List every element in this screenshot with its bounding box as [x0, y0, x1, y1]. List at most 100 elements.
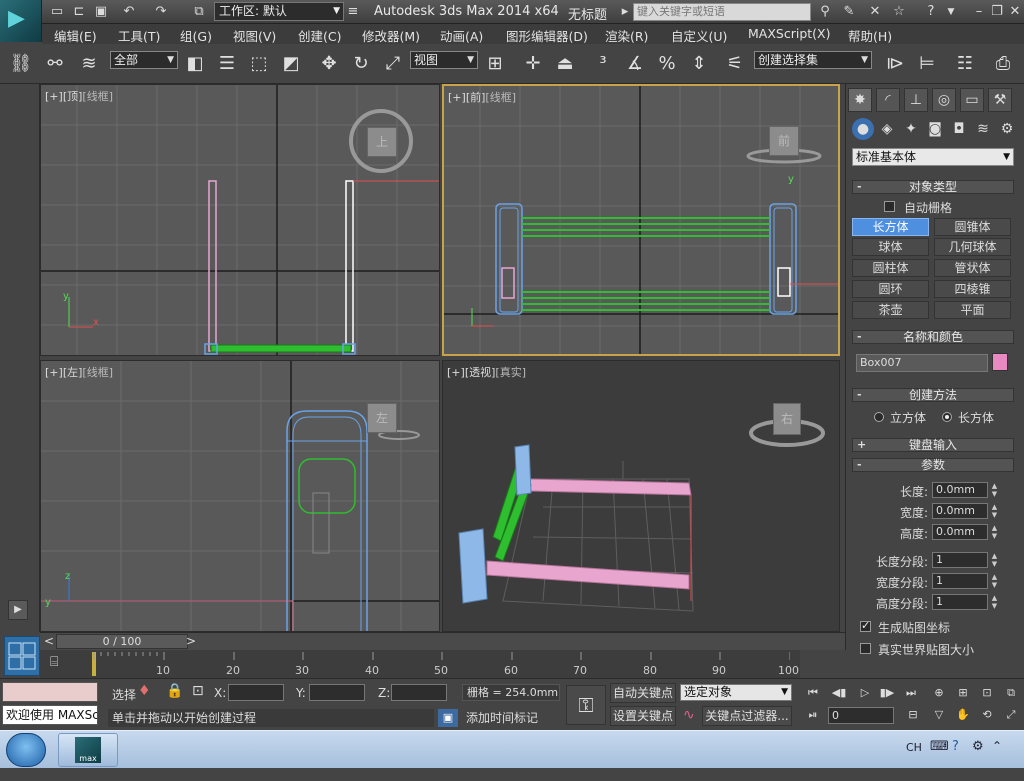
height-field[interactable]: 0.0mm — [932, 524, 988, 540]
viewport-point-of-view[interactable]: [顶] — [63, 90, 83, 103]
viewport-front[interactable]: y [+][前][线框] 前 — [442, 84, 840, 356]
menu-rendering[interactable]: 渲染(R) — [605, 26, 648, 45]
help-icon[interactable]: ? — [922, 3, 940, 21]
rollout-creation-method[interactable]: - 创建方法 — [852, 388, 1014, 402]
autogrid-checkbox[interactable] — [884, 201, 895, 212]
box-button[interactable]: 长方体 — [852, 218, 929, 236]
time-slider-thumb[interactable]: 0 / 100 — [56, 634, 188, 649]
scale-icon[interactable]: ⤢ — [380, 51, 406, 77]
isolate-selection-icon[interactable]: ♦ — [138, 683, 151, 699]
time-configuration-icon[interactable]: ⊟ — [904, 707, 922, 723]
select-manipulate-icon[interactable]: ✛ — [520, 51, 546, 77]
pyramid-button[interactable]: 四棱锥 — [934, 280, 1011, 298]
close-icon[interactable]: ✕ — [1006, 3, 1024, 21]
lights-icon[interactable]: ✦ — [900, 118, 922, 140]
y-coordinate-field[interactable] — [309, 684, 365, 701]
viewport-point-of-view[interactable]: [左] — [63, 366, 83, 379]
zoom-extents-icon[interactable]: ⊡ — [978, 685, 996, 701]
render-setup-icon[interactable]: ⎙ — [990, 51, 1016, 77]
edit-named-selection-icon[interactable]: ⚟ — [722, 51, 748, 77]
binoculars-icon[interactable]: ⚲ — [816, 3, 834, 21]
viewport-menu-plus[interactable]: [+] — [448, 91, 466, 104]
maxscript-mini-listener-pink[interactable] — [2, 682, 98, 702]
maxscript-mini-listener[interactable]: 欢迎使用 MAXSc — [2, 705, 98, 725]
teapot-button[interactable]: 茶壶 — [852, 301, 929, 319]
menu-graph-editors[interactable]: 图形编辑器(D) — [506, 26, 588, 45]
key-filters-button[interactable]: 关键点过滤器... — [702, 706, 792, 726]
menu-help[interactable]: 帮助(H) — [848, 26, 892, 45]
selection-filter-dropdown[interactable]: 全部 ▼ — [110, 51, 178, 69]
help-dropdown-icon[interactable]: ▼ — [942, 3, 960, 21]
menu-create[interactable]: 创建(C) — [298, 26, 341, 45]
menu-modifiers[interactable]: 修改器(M) — [362, 26, 420, 45]
auto-key-button[interactable]: 自动关键点 — [610, 683, 676, 703]
display-tab-icon[interactable]: ▭ — [960, 88, 984, 112]
pivot-center-icon[interactable]: ⊞ — [482, 51, 508, 77]
viewport-top[interactable]: y x [+][顶][线框] 上 — [40, 84, 440, 356]
width-field[interactable]: 0.0mm — [932, 503, 988, 519]
width-segs-field[interactable]: 1 — [932, 573, 988, 589]
systems-icon[interactable]: ⚙ — [996, 118, 1018, 140]
time-slider-prev-icon[interactable]: < — [44, 634, 54, 648]
modify-tab-icon[interactable]: ◜ — [876, 88, 900, 112]
cameras-icon[interactable]: ◙ — [924, 118, 946, 140]
help-tray-icon[interactable]: ? — [952, 739, 959, 754]
reference-coordinate-dropdown[interactable]: 视图 ▼ — [410, 51, 478, 69]
torus-button[interactable]: 圆环 — [852, 280, 929, 298]
mirror-icon[interactable]: ⧐ — [882, 51, 908, 77]
selection-lock-icon[interactable]: 🔒 — [166, 683, 183, 699]
sphere-button[interactable]: 球体 — [852, 238, 929, 256]
select-object-icon[interactable]: ◧ — [182, 51, 208, 77]
redo-icon[interactable]: ↷ — [152, 3, 170, 21]
current-frame-field[interactable]: 0 — [828, 707, 894, 724]
viewport-perspective[interactable]: [+][透视][真实] 右 — [442, 360, 840, 632]
gen-map-coords-checkbox[interactable] — [860, 619, 871, 632]
rotate-icon[interactable]: ↻ — [348, 51, 374, 77]
geometry-icon[interactable]: ● — [852, 118, 874, 140]
hierarchy-tab-icon[interactable]: ⊥ — [904, 88, 928, 112]
viewport-shading-mode[interactable]: [真实] — [495, 366, 526, 379]
minimize-icon[interactable]: – — [970, 3, 988, 21]
percent-snap-icon[interactable]: % — [654, 51, 680, 77]
object-category-dropdown[interactable]: 标准基本体 ▼ — [852, 148, 1014, 166]
link-icon[interactable]: ⛓ — [8, 51, 34, 77]
subscription-icon[interactable]: ✎ — [840, 3, 858, 21]
tube-button[interactable]: 管状体 — [934, 259, 1011, 277]
x-coordinate-field[interactable] — [228, 684, 284, 701]
restore-icon[interactable]: ❐ — [988, 3, 1006, 21]
open-file-icon[interactable]: ⊏ — [70, 3, 88, 21]
align-icon[interactable]: ⊨ — [914, 51, 940, 77]
object-color-swatch[interactable] — [992, 353, 1008, 371]
workspace-dropdown[interactable]: 工作区: 默认 ▼ — [214, 2, 344, 21]
search-arrow-icon[interactable]: ▸ — [616, 3, 634, 21]
snaps-toggle-icon[interactable]: ³ — [590, 51, 616, 77]
windows-start-button[interactable] — [6, 733, 46, 767]
search-input[interactable]: 键入关键字或短语 — [633, 3, 811, 21]
maximize-viewport-icon[interactable]: ⤢ — [1002, 707, 1020, 723]
viewport-point-of-view[interactable]: [前] — [466, 91, 486, 104]
add-time-tag[interactable]: 添加时间标记 — [462, 709, 560, 727]
time-tag-icon[interactable]: ▣ — [438, 709, 458, 727]
menu-group[interactable]: 组(G) — [180, 26, 212, 45]
expand-viewport-layout-icon[interactable]: ▶ — [8, 600, 28, 620]
go-to-start-icon[interactable]: ⏮ — [804, 685, 822, 701]
zoom-icon[interactable]: ⊕ — [930, 685, 948, 701]
create-tab-icon[interactable]: ✸ — [848, 88, 872, 112]
geosphere-button[interactable]: 几何球体 — [934, 238, 1011, 256]
viewport-menu-plus[interactable]: [+] — [45, 90, 63, 103]
keyboard-icon[interactable]: ⌨ — [930, 739, 949, 754]
mini-curve-editor-icon[interactable]: ⌸ — [50, 654, 72, 674]
play-icon[interactable]: ▷ — [856, 685, 874, 701]
viewport-menu-plus[interactable]: [+] — [45, 366, 63, 379]
viewport-front-label[interactable]: [+][前][线框] — [448, 89, 516, 105]
language-indicator[interactable]: CH — [906, 741, 922, 754]
absolute-mode-icon[interactable]: ⊡ — [192, 683, 204, 699]
plane-button[interactable]: 平面 — [934, 301, 1011, 319]
viewport-shading-mode[interactable]: [线框] — [485, 91, 516, 104]
menu-views[interactable]: 视图(V) — [233, 26, 276, 45]
real-world-map-checkbox[interactable] — [860, 643, 871, 654]
viewport-shading-mode[interactable]: [线框] — [82, 90, 113, 103]
undo-icon[interactable]: ↶ — [120, 3, 138, 21]
menu-animation[interactable]: 动画(A) — [440, 26, 483, 45]
width-spinner[interactable]: ▲ ▼ — [990, 503, 999, 519]
